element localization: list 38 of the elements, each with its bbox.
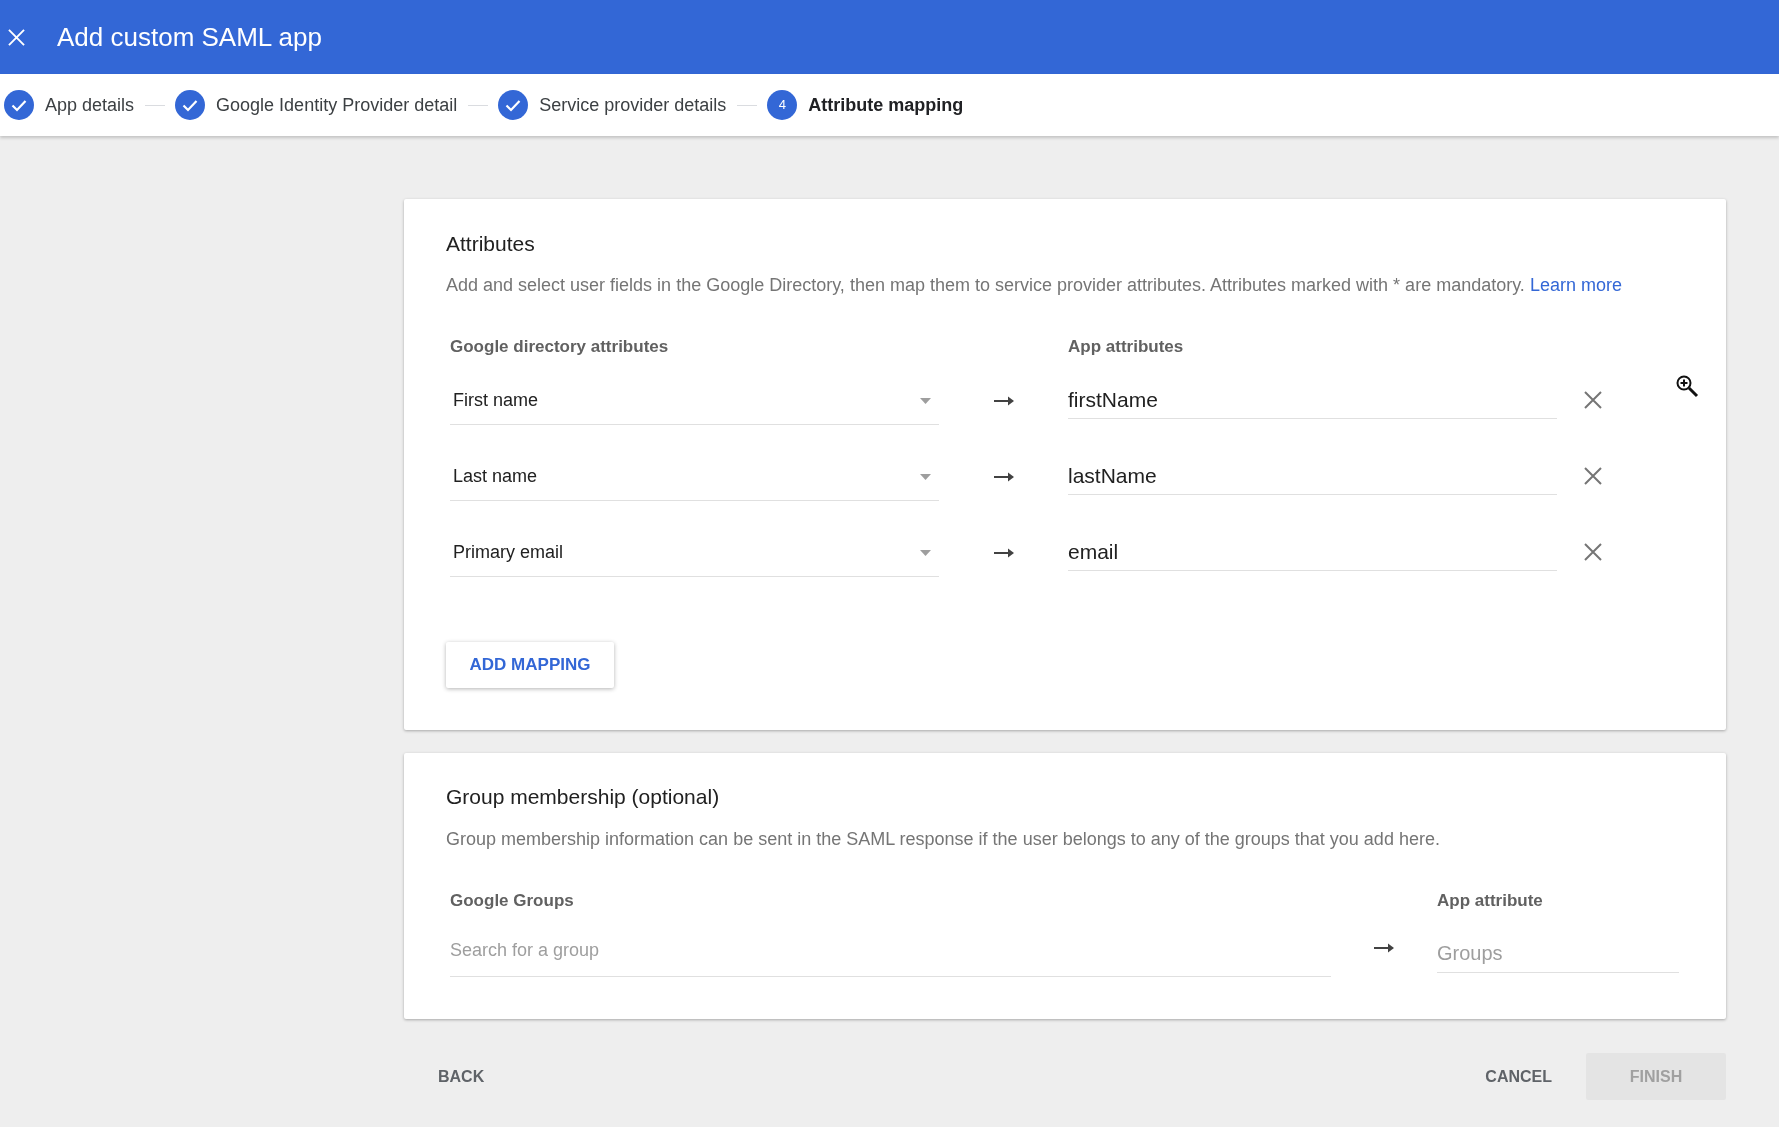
close-icon [1584,543,1602,561]
close-icon [7,28,25,46]
zoom-in-icon [1675,374,1699,398]
arrow-right-icon [993,396,1014,406]
column-header: Google Groups [450,891,574,911]
arrow-right-icon [993,548,1014,558]
section-title: Group membership (optional) [446,784,720,810]
arrow-right-icon [993,472,1014,482]
cancel-button[interactable]: CANCEL [1469,1053,1568,1100]
section-description: Group membership information can be sent in the SAML response if the user belongs to any of the groups that you add here. [446,828,1440,850]
group-search-field[interactable]: Search for a group [450,925,1331,977]
app-attribute-field[interactable]: lastName [1068,457,1557,495]
step-label: App details [45,93,135,117]
arrow-right-icon [1374,943,1394,953]
attribute-dropdown[interactable]: First name [450,381,939,425]
close-icon [1584,467,1602,485]
section-description: Add and select user fields in the Google Directory, then map them to service provider attributes. Attributes marked with * are mandatory. Learn more [446,274,1622,296]
learn-more-link[interactable]: Learn more [1529,275,1622,295]
column-header: App attributes [1068,337,1184,357]
caret-down-icon [920,473,931,480]
page-title: Add custom SAML app [57,20,322,54]
step-number: 4 [767,90,798,120]
step-label: Google Identity Provider detail [216,93,458,117]
caret-down-icon [920,397,931,404]
column-header: Google directory attributes [450,337,669,356]
column-header: App attribute [1437,891,1543,911]
close-icon [1584,391,1602,409]
back-button[interactable]: BACK [422,1053,501,1100]
app-attribute-field[interactable]: firstName [1068,381,1557,419]
attribute-dropdown[interactable]: Primary email [450,533,939,577]
add-mapping-button[interactable]: ADD MAPPING [446,642,614,688]
attribute-dropdown[interactable]: Last name [450,457,939,501]
group-attribute-field[interactable]: Groups [1437,933,1679,973]
app-attribute-field[interactable]: email [1068,533,1557,571]
step-label: Attribute mapping [808,93,964,117]
section-title: Attributes [446,231,535,257]
step-label: Service provider details [539,93,727,117]
caret-down-icon [920,549,931,556]
